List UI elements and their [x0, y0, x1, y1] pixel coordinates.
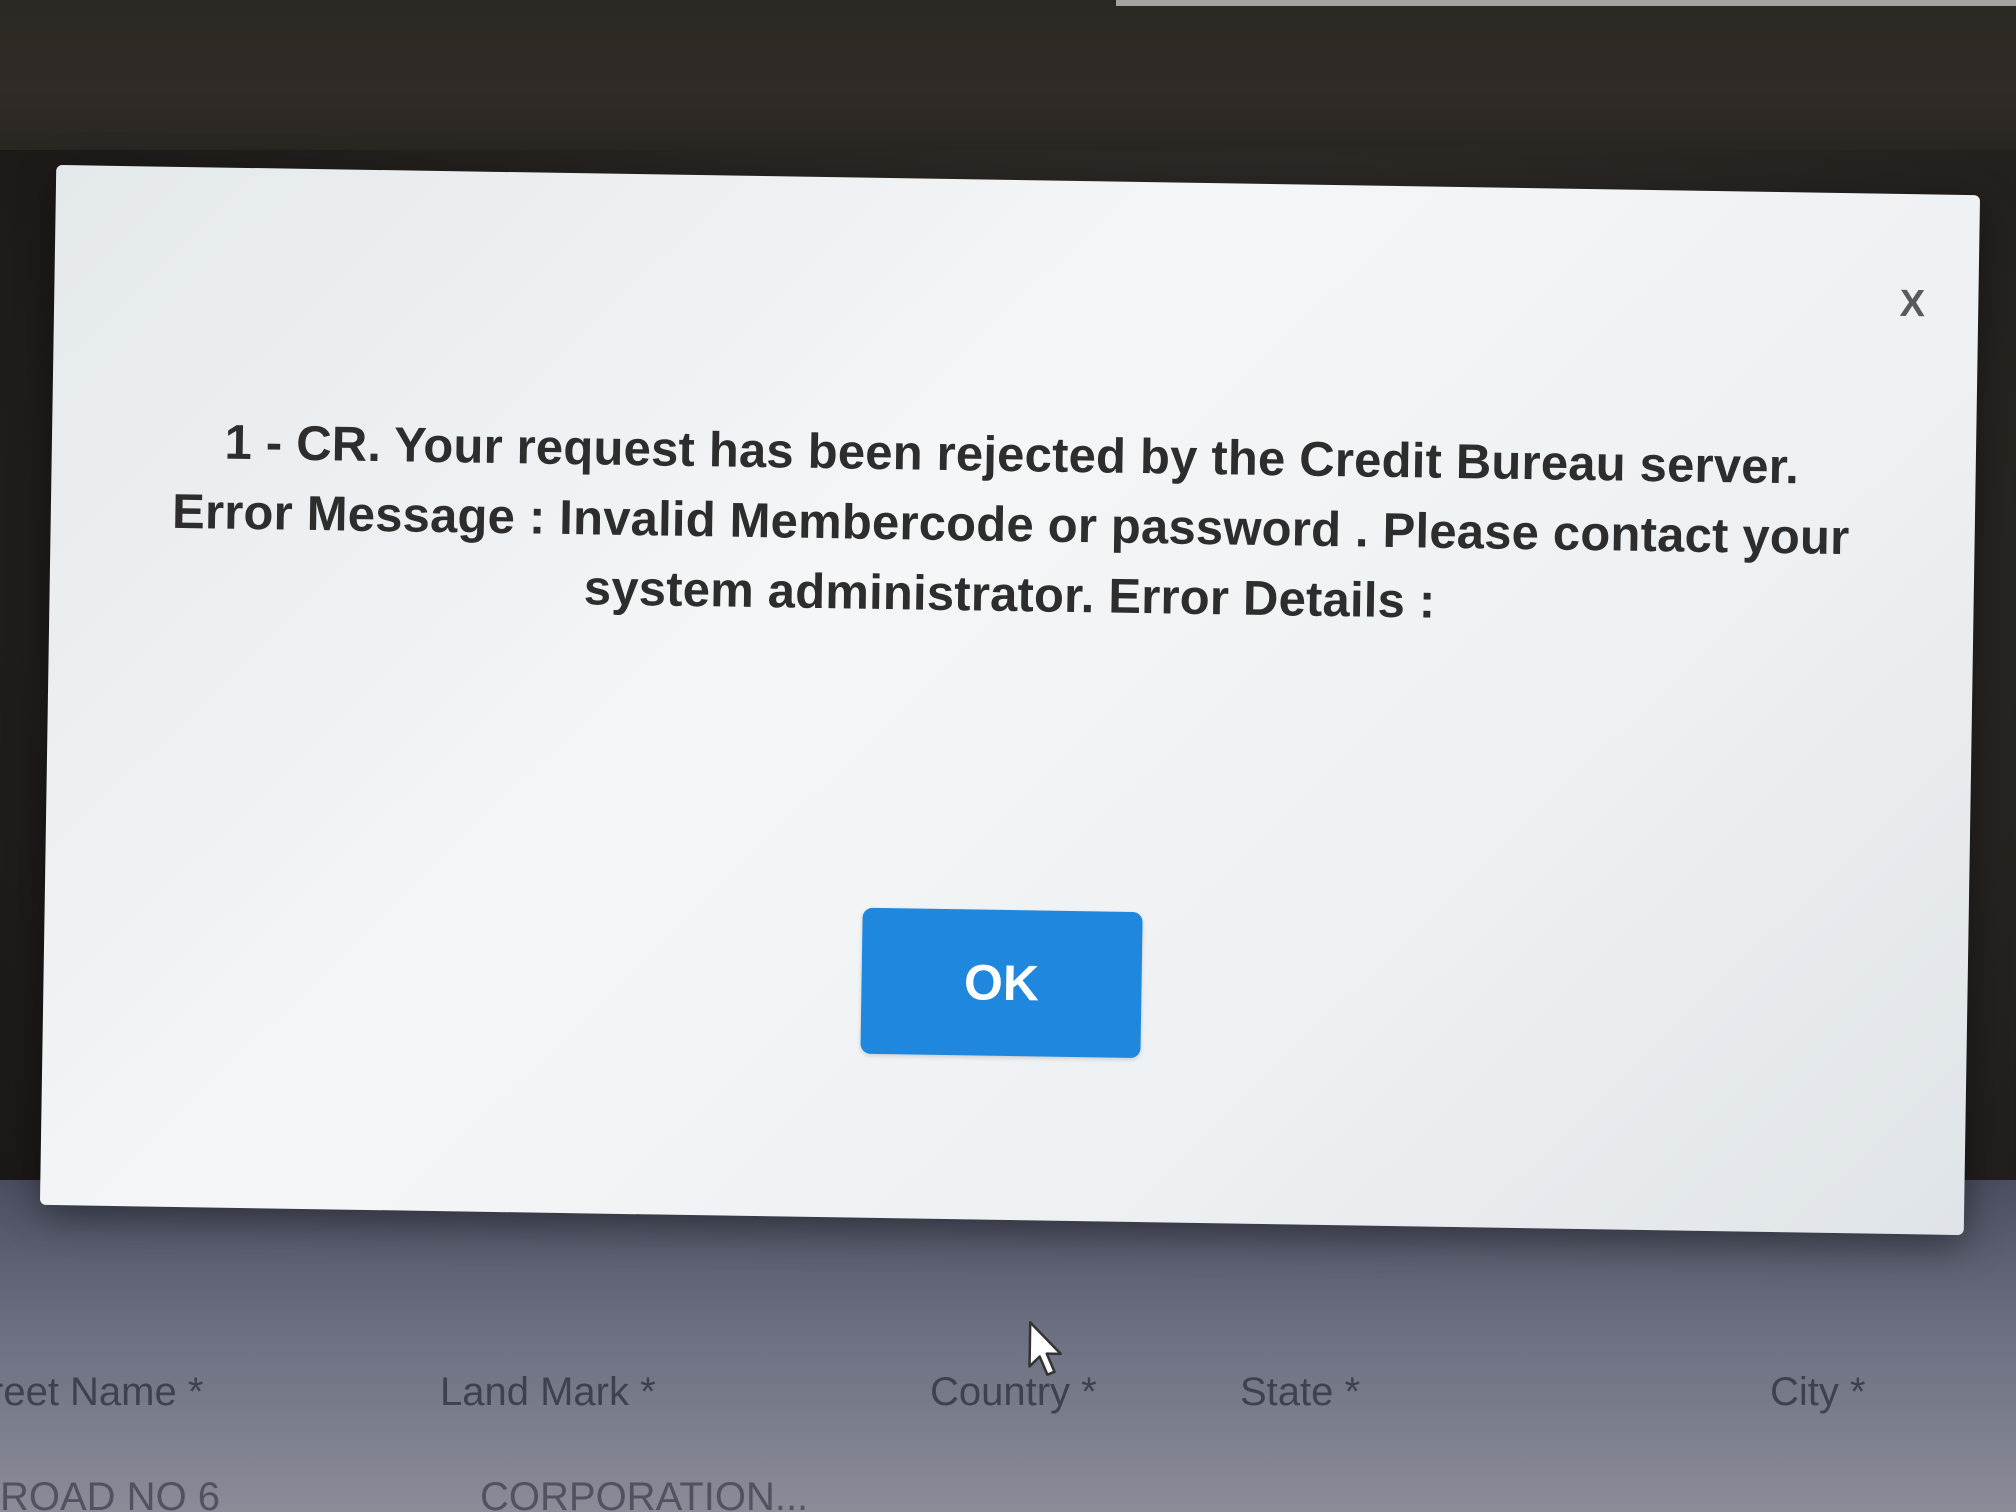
country-label: Country * — [930, 1370, 1097, 1414]
street-name-label: reet Name * — [0, 1370, 204, 1414]
ok-button[interactable]: OK — [860, 907, 1143, 1059]
close-button[interactable]: X — [1888, 280, 1937, 329]
desktop-background — [0, 0, 2016, 150]
street-name-value: ROAD NO 6 — [0, 1475, 221, 1512]
error-dialog: X 1 - CR. Your request has been rejected… — [39, 164, 1981, 1376]
arrow-cursor-icon — [1028, 1321, 1062, 1376]
land-mark-value: CORPORATION... — [480, 1475, 809, 1512]
land-mark-label: Land Mark * — [440, 1370, 656, 1414]
background-form-labels: reet Name * Land Mark * Country * State … — [0, 1370, 2016, 1430]
window-edge — [1116, 0, 2016, 6]
city-label: City * — [1770, 1370, 1866, 1414]
error-message: 1 - CR. Your request has been rejected b… — [171, 415, 1850, 629]
state-label: State * — [1240, 1370, 1361, 1414]
